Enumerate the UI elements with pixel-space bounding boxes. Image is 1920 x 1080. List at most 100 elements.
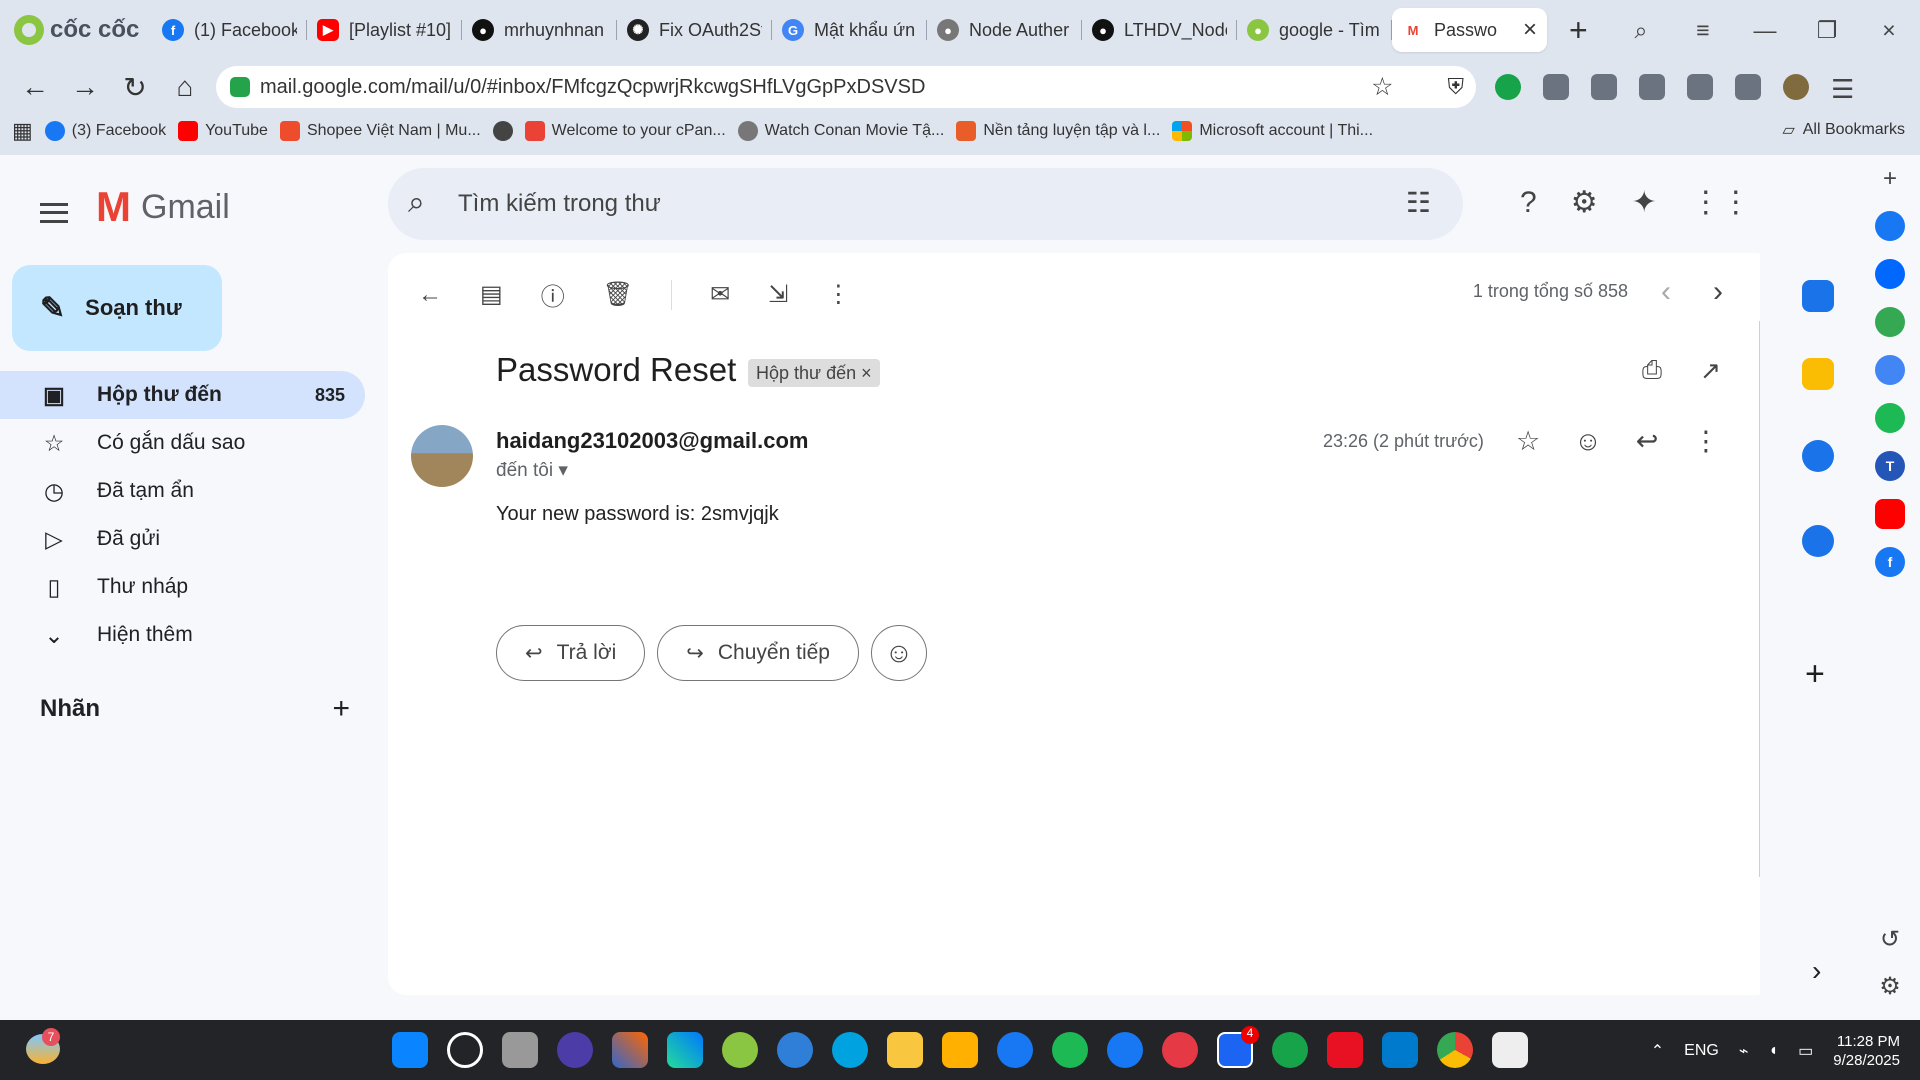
folder-inbox[interactable]: ▣ Hộp thư đến 835	[0, 371, 365, 419]
bookmark-microsoft[interactable]: Microsoft account | Thi...	[1172, 121, 1373, 141]
inbox-label-chip[interactable]: Hộp thư đến ×	[748, 359, 880, 387]
tab-facebook[interactable]: f (1) Facebook	[152, 8, 307, 52]
help-icon[interactable]: ?	[1520, 186, 1537, 220]
emoji-reaction-button[interactable]: ☺	[870, 625, 927, 681]
forward-icon[interactable]: →	[60, 71, 110, 103]
close-window-icon[interactable]: ×	[1858, 17, 1920, 44]
m365-icon[interactable]	[667, 1032, 703, 1068]
download-icon[interactable]	[1687, 74, 1713, 100]
tool-icon[interactable]	[942, 1032, 978, 1068]
facebook-icon[interactable]	[997, 1032, 1033, 1068]
copilot-icon[interactable]	[612, 1032, 648, 1068]
profile-icon[interactable]	[1783, 74, 1809, 100]
search-input[interactable]: ⌕ Tìm kiếm trong thư ☷	[388, 168, 1463, 240]
star-icon[interactable]: ☆	[1371, 72, 1393, 102]
history-icon[interactable]: ↺	[1880, 925, 1900, 954]
folder-drafts[interactable]: ▯ Thư nháp	[0, 563, 365, 611]
chevron-right-icon[interactable]: ›	[1713, 275, 1723, 309]
game-icon[interactable]	[1875, 307, 1905, 337]
all-bookmarks[interactable]: ▱ All Bookmarks	[1782, 120, 1905, 140]
star-icon[interactable]: ☆	[1516, 426, 1540, 457]
folder-snoozed[interactable]: ◷ Đã tạm ẩn	[0, 467, 365, 515]
clock[interactable]: 11:28 PM 9/28/2025	[1833, 1032, 1900, 1070]
camera-icon[interactable]	[1162, 1032, 1198, 1068]
battery-icon[interactable]: ▭	[1798, 1041, 1813, 1061]
compose-button[interactable]: ✎ Soạn thư	[12, 265, 222, 351]
screenshot-icon[interactable]: ⌕	[1610, 17, 1672, 44]
wifi-icon[interactable]: ⌁	[1739, 1041, 1749, 1061]
tab-chatgpt[interactable]: ✺ Fix OAuth2St	[617, 8, 772, 52]
translate-icon[interactable]	[1875, 355, 1905, 385]
new-tab-icon[interactable]: +	[1569, 12, 1588, 49]
expand-panel-icon[interactable]: ›	[1812, 955, 1821, 987]
gmail-logo[interactable]: M Gmail	[96, 183, 230, 231]
mongodb-icon[interactable]	[1272, 1032, 1308, 1068]
start-icon[interactable]	[392, 1032, 428, 1068]
puzzle-icon[interactable]	[1639, 74, 1665, 100]
chrome-icon[interactable]	[1437, 1032, 1473, 1068]
messenger-icon[interactable]	[1107, 1032, 1143, 1068]
folder-icon[interactable]	[887, 1032, 923, 1068]
tiki-icon[interactable]: T	[1875, 451, 1905, 481]
gear-icon[interactable]: ⚙	[1571, 185, 1598, 220]
back-icon[interactable]: ←	[10, 71, 60, 103]
postman-icon[interactable]	[777, 1032, 813, 1068]
bookmark-facebook[interactable]: (3) Facebook	[44, 121, 166, 141]
spam-icon[interactable]: ⓘ	[541, 277, 565, 312]
settings-icon[interactable]: ⚙	[1879, 972, 1901, 1001]
tools-icon[interactable]	[1543, 74, 1569, 100]
more-vert-icon[interactable]: ⋮	[1692, 426, 1719, 457]
reload-icon[interactable]: ↻	[110, 71, 160, 104]
eclipse-icon[interactable]	[557, 1032, 593, 1068]
reply-button[interactable]: ↩ Trả lời	[496, 625, 646, 681]
bookmark-cpanel[interactable]: Welcome to your cPan...	[524, 121, 726, 141]
main-menu-icon[interactable]	[40, 203, 68, 223]
bookmark-globe[interactable]	[492, 121, 513, 141]
language-indicator[interactable]: ENG	[1684, 1042, 1719, 1060]
forward-button[interactable]: ↪ Chuyển tiếp	[657, 625, 859, 681]
spotify-icon[interactable]	[1875, 403, 1905, 433]
move-folder-icon[interactable]: ⇲	[768, 280, 788, 309]
update-icon[interactable]	[1052, 1032, 1088, 1068]
open-new-window-icon[interactable]: ↗	[1700, 356, 1721, 386]
print-icon[interactable]: ⎙	[1642, 356, 1662, 386]
chevron-up-icon[interactable]: ⌃	[1651, 1041, 1664, 1061]
tab-github-lthdv[interactable]: ● LTHDV_Node	[1082, 8, 1237, 52]
menu-icon[interactable]: ☰	[1831, 74, 1857, 104]
tab-list-icon[interactable]: ≡	[1672, 17, 1734, 44]
tasks-icon[interactable]	[1802, 440, 1834, 472]
calendar-icon[interactable]	[1802, 280, 1834, 312]
zalo-icon[interactable]: 4	[1217, 1026, 1259, 1068]
back-arrow-icon[interactable]: ←	[418, 281, 442, 309]
grammarly-icon[interactable]	[1495, 74, 1521, 100]
youtube-icon[interactable]	[1875, 499, 1905, 529]
emoji-icon[interactable]: ☺	[1574, 426, 1602, 457]
shield-icon[interactable]: ⛨	[1447, 74, 1464, 100]
reply-icon[interactable]: ↩	[1636, 426, 1659, 457]
edge-icon[interactable]	[832, 1032, 868, 1068]
add-sidebar-app-icon[interactable]: +	[1883, 165, 1897, 193]
bookmark-practice[interactable]: Nền tảng luyện tập và l...	[956, 121, 1160, 141]
close-icon[interactable]: ×	[1523, 16, 1537, 44]
add-label-icon[interactable]: +	[332, 692, 350, 726]
facebook-icon[interactable]: f	[1875, 547, 1905, 577]
minimize-icon[interactable]: —	[1734, 17, 1796, 44]
filter-icon[interactable]: ☷	[1406, 186, 1431, 219]
sidebar-icon[interactable]	[1735, 74, 1761, 100]
sender-email[interactable]: haidang23102003@gmail.com	[496, 428, 808, 454]
tab-google[interactable]: G Mật khẩu ứn	[772, 8, 927, 52]
snipping-icon[interactable]	[1492, 1032, 1528, 1068]
archive-icon[interactable]: ▤	[480, 280, 503, 309]
folder-starred[interactable]: ☆ Có gắn dấu sao	[0, 419, 365, 467]
bookmark-conan[interactable]: Watch Conan Movie Tậ...	[737, 121, 944, 141]
tab-youtube[interactable]: ▶ [Playlist #10]	[307, 8, 462, 52]
tab-gmail-active[interactable]: M Passwo ×	[1392, 8, 1547, 52]
keep-icon[interactable]	[1802, 358, 1834, 390]
contacts-icon[interactable]	[1802, 525, 1834, 557]
copy-icon[interactable]	[1591, 74, 1617, 100]
chevron-left-icon[interactable]: ‹	[1661, 275, 1671, 309]
trash-icon[interactable]: 🗑	[603, 280, 633, 309]
restore-icon[interactable]: ❐	[1796, 17, 1858, 44]
wps-icon[interactable]	[1327, 1032, 1363, 1068]
zalo-icon[interactable]	[1875, 259, 1905, 289]
